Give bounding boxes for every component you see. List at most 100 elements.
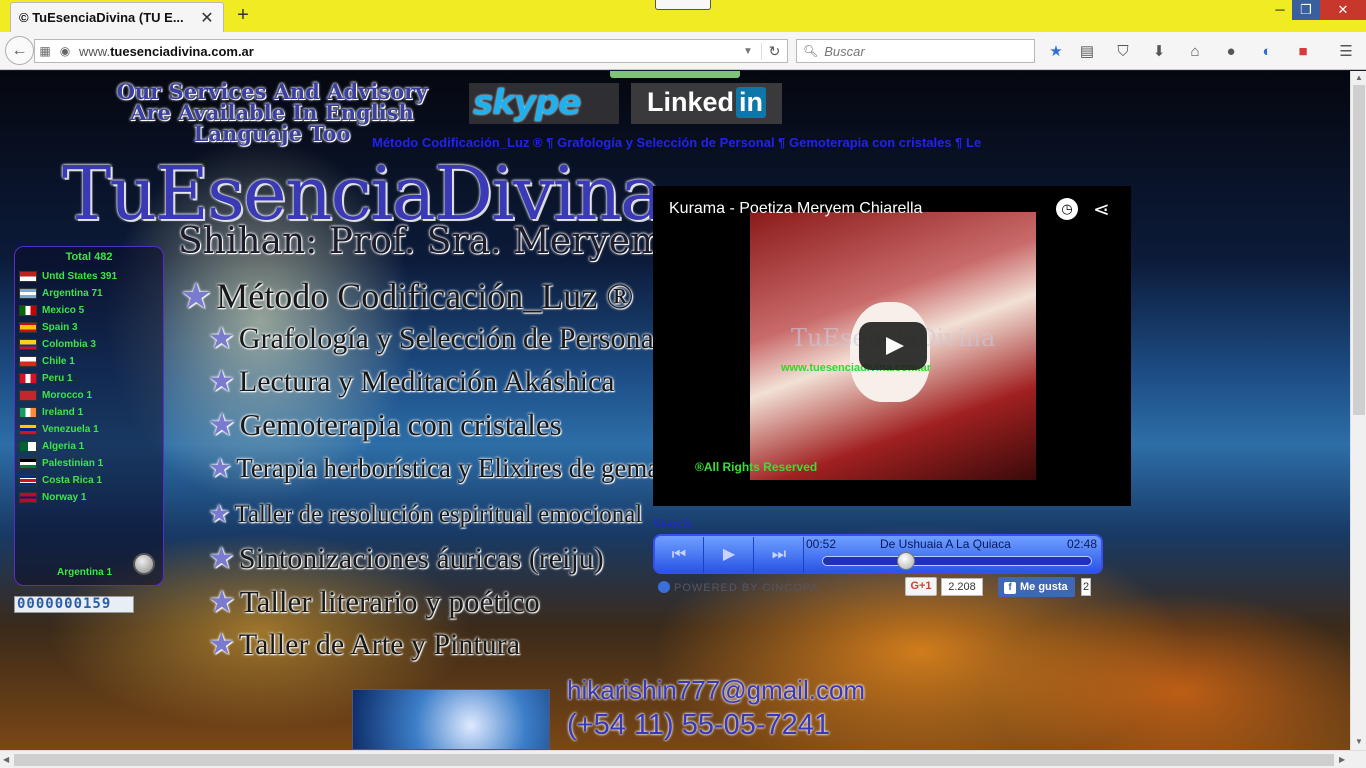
flag-row: Morocco 1	[19, 388, 92, 403]
skype-logo: skype	[473, 83, 581, 123]
star-icon: ★	[180, 276, 213, 316]
flag-row: Costa Rica 1	[19, 473, 102, 488]
reload-icon[interactable]: ↻	[761, 42, 787, 60]
flag-dz-icon	[19, 441, 37, 452]
download-icon[interactable]: ⬇	[1149, 42, 1169, 62]
service-label: Taller de Arte y Pintura	[238, 628, 521, 661]
next-track-icon[interactable]: ⏭	[755, 537, 804, 573]
video-title[interactable]: Kurama - Poetiza Meryem Chiarella	[669, 200, 922, 218]
extension-icon[interactable]: ◐	[1257, 42, 1277, 62]
bookmark-star-icon[interactable]: ★	[1046, 42, 1066, 62]
window-minimize-button[interactable]: ─	[1266, 0, 1294, 20]
search-icon: 🔍︎	[803, 44, 819, 58]
flag-label: Untd States 391	[42, 271, 118, 282]
play-icon[interactable]: ▶	[705, 537, 754, 573]
total-time: 02:48	[1067, 537, 1098, 551]
horizontal-scrollbar[interactable]: ◀ ▶	[0, 750, 1366, 768]
linkedin-button[interactable]: Linked in	[631, 83, 782, 124]
english-notice-line1: Our Services And Advisory	[116, 79, 428, 104]
scroll-right-icon[interactable]: ▶	[1339, 755, 1345, 764]
service-label: Sintonizaciones áuricas (reiju)	[238, 542, 604, 575]
service-item: ★ Taller de Arte y Pintura	[208, 627, 520, 662]
star-icon: ★	[208, 407, 236, 442]
video-rights: ®All Rights Reserved	[695, 460, 818, 474]
flag-row: Algeria 1	[19, 439, 84, 454]
flag-row: Colombia 3	[19, 337, 96, 352]
service-item: ★ Gemoterapia con cristales	[208, 407, 562, 443]
search-link[interactable]: Search	[653, 517, 691, 533]
star-icon: ★	[208, 584, 236, 619]
linkedin-in: in	[736, 87, 767, 118]
chat-icon[interactable]: ●	[1221, 42, 1241, 62]
flag-row: Ireland 1	[19, 405, 83, 420]
scroll-up-icon[interactable]: ▲	[1355, 73, 1363, 82]
share-icon[interactable]: ⋖	[1093, 197, 1110, 222]
browser-tab[interactable]: © TuEsenciaDivina (TU E... ✕	[10, 2, 224, 32]
new-tab-button[interactable]: +	[233, 4, 253, 27]
url-text[interactable]: www.tuesenciadivina.com.ar	[75, 44, 735, 59]
magnifier-icon[interactable]	[133, 553, 155, 575]
service-item: ★ Taller literario y poético	[208, 584, 540, 620]
service-item: ★ Grafología y Selección de Personal	[208, 321, 662, 356]
scroll-left-icon[interactable]: ◀	[3, 755, 9, 764]
service-label: Terapia herborística y Elixires de gemas	[236, 453, 670, 483]
gplus-button[interactable]: G+1	[905, 577, 937, 596]
service-label: Método Codificación_Luz ®	[216, 276, 634, 316]
home-icon[interactable]: ⌂	[1185, 42, 1205, 62]
history-icon[interactable]: ▦	[35, 44, 55, 58]
url-domain: tuesenciadivina.com.ar	[110, 43, 254, 59]
flag-counter[interactable]: Total 482 Untd States 391 Argentina 71 M…	[14, 246, 164, 586]
tab-close-icon[interactable]: ✕	[199, 8, 215, 28]
counter-total: Total 482	[65, 251, 113, 263]
youtube-video[interactable]: TuEsenciaDivina www.tuesenciadivina.com.…	[653, 186, 1131, 506]
vertical-scrollbar[interactable]: ▲ ▼	[1350, 71, 1366, 750]
top-green-tab[interactable]	[610, 71, 740, 78]
service-item: ★ Sintonizaciones áuricas (reiju)	[208, 541, 604, 576]
flag-label: Chile 1	[42, 356, 75, 367]
flag-label: Peru 1	[42, 373, 73, 384]
vertical-scroll-thumb[interactable]	[1353, 85, 1365, 415]
flag-label: Norway 1	[42, 492, 87, 503]
flag-cl-icon	[19, 356, 37, 367]
service-item: ★ Terapia herborística y Elixires de gema…	[208, 453, 670, 484]
flag-es-icon	[19, 322, 37, 333]
progress-knob[interactable]	[896, 552, 915, 570]
track-title: De Ushuaia A La Quiaca	[880, 537, 1011, 551]
flag-row: Untd States 391	[19, 269, 117, 284]
facebook-like-button[interactable]: f Me gusta	[998, 577, 1075, 597]
horizontal-scroll-thumb[interactable]	[14, 754, 1334, 766]
video-play-button[interactable]	[859, 322, 927, 370]
service-item: ★ Taller de resolución espiritual emocion…	[208, 499, 642, 529]
reading-list-icon[interactable]: ▤	[1077, 42, 1097, 62]
cincopa-text: POWERED BY CINCOPA	[674, 582, 819, 594]
url-bar[interactable]: ▦ ◉ www.tuesenciadivina.com.ar ▼ ↻	[34, 39, 788, 63]
cincopa-credit[interactable]: POWERED BY CINCOPA	[658, 581, 819, 594]
gplus-count: 2.208	[941, 578, 983, 596]
star-icon: ★	[208, 365, 235, 398]
adobe-icon[interactable]: ■	[1293, 42, 1313, 62]
flag-label: Costa Rica 1	[42, 475, 103, 486]
watch-later-icon[interactable]: ◷	[1056, 198, 1078, 220]
progress-bar[interactable]	[822, 556, 1092, 566]
window-maximize-button[interactable]: ❐	[1292, 0, 1320, 20]
back-button[interactable]: ←	[5, 36, 34, 65]
scroll-down-icon[interactable]: ▼	[1355, 737, 1363, 746]
flag-row: Palestinian 1	[19, 456, 103, 471]
browser-navbar: ← ▦ ◉ www.tuesenciadivina.com.ar ▼ ↻ 🔍︎ …	[0, 32, 1366, 70]
flag-cr-icon	[19, 475, 37, 486]
menu-icon[interactable]: ☰	[1336, 42, 1356, 62]
skype-button[interactable]: skype	[469, 83, 619, 124]
window-notch	[655, 0, 711, 10]
search-input[interactable]: 🔍︎ Buscar	[796, 39, 1035, 63]
url-dropdown-icon[interactable]: ▼	[735, 46, 761, 57]
elapsed-time: 00:52	[806, 537, 837, 551]
previous-track-icon[interactable]: ⏮	[655, 537, 704, 573]
hit-counter: 0000000159	[14, 596, 134, 613]
service-label: Taller de resolución espiritual emociona…	[234, 501, 643, 528]
flag-co-icon	[19, 339, 37, 350]
window-close-button[interactable]: ✕	[1320, 0, 1366, 20]
contact-email[interactable]: hikarishin777@gmail.com	[567, 675, 865, 706]
flag-label: Mexico 5	[42, 305, 85, 316]
page-viewport: Our Services And Advisory Are Available …	[0, 71, 1350, 750]
pocket-icon[interactable]: ⛉	[1113, 42, 1133, 62]
